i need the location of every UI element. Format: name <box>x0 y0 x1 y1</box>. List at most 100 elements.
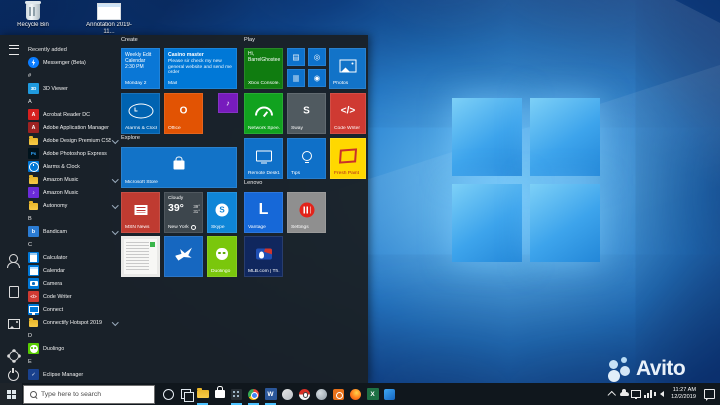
game-app-icon <box>299 389 310 400</box>
remote-desktop-tile[interactable]: Remote Deskt... <box>244 138 283 179</box>
grid-app-icon <box>231 389 242 400</box>
code-icon: </> <box>341 106 355 117</box>
microsoft-store-icon <box>215 390 225 399</box>
clock-date: 12/2/2019 <box>671 394 696 401</box>
tile-label: Code Writer <box>334 126 363 131</box>
lenovo-settings-tile[interactable]: Settings <box>287 192 326 233</box>
tile-label: Network Spee... <box>248 126 280 131</box>
search-input[interactable]: Type here to search <box>23 385 155 404</box>
tray-icon-network[interactable] <box>642 383 654 405</box>
msn-news-tile[interactable]: MSN News <box>121 192 160 233</box>
groove-music-small-tile[interactable]: ♪ <box>218 93 238 113</box>
tips-tile[interactable]: Tips <box>287 138 326 179</box>
shopping-bag-icon <box>174 161 185 170</box>
sway-tile[interactable]: SSway <box>287 93 326 134</box>
network-icon <box>644 390 651 398</box>
taskbar-icon-task-view[interactable] <box>177 383 194 405</box>
taskbar-icon-grey-app[interactable] <box>313 383 330 405</box>
tray-icon-plugged-device[interactable] <box>630 383 642 405</box>
movies-small-tile[interactable]: ▤ <box>287 48 305 66</box>
taskbar-icon-file-explorer[interactable] <box>194 383 211 405</box>
taskbar-icon-chrome[interactable] <box>245 383 262 405</box>
taskbar-icon-firefox[interactable] <box>347 383 364 405</box>
skype-logo-icon: S <box>216 204 229 217</box>
fresh-paint-tile[interactable]: Fresh Paint <box>330 138 366 179</box>
taskbar-icon-microsoft-store[interactable] <box>211 383 228 405</box>
skype-tile[interactable]: SSkype <box>207 192 237 233</box>
tray-icon-volume[interactable] <box>654 383 666 405</box>
taskbar-icon-blue-app[interactable] <box>381 383 398 405</box>
taskbar-icon-game-app[interactable] <box>296 383 313 405</box>
origami-bird-tile[interactable] <box>164 236 203 277</box>
start-menu-tiles: CreatePlayExploreLenovoWeekly EditCalend… <box>0 35 368 383</box>
taskbar-icon-excel[interactable]: X <box>364 383 381 405</box>
paint-frame-icon <box>339 149 357 164</box>
screenshot-file[interactable]: Annotation 2019-11... <box>84 3 134 36</box>
action-center-icon[interactable] <box>704 389 715 399</box>
gauge-icon <box>255 107 273 116</box>
weather-hi-lo: 39°31° <box>193 204 200 214</box>
taskbar-clock[interactable]: 11:27 AM 12/2/2019 <box>666 383 701 405</box>
record-icon: ◎ <box>314 53 321 62</box>
webcam-small-tile[interactable]: ◉ <box>308 69 326 87</box>
weather-temperature: 39° <box>168 202 184 214</box>
tile-group-header: Explore <box>121 135 140 141</box>
mail-tile[interactable]: Casino masterPlease sir check my new gen… <box>164 48 237 89</box>
photos-tile[interactable]: Photos <box>329 48 366 89</box>
office-tile[interactable]: OOffice <box>164 93 203 134</box>
tray-icon-onedrive[interactable] <box>618 383 630 405</box>
taskbar-icon-paint-3d[interactable] <box>279 383 296 405</box>
document-small-tile[interactable]: ▥ <box>287 69 305 87</box>
taskbar-icon-cortana[interactable] <box>160 383 177 405</box>
windows-logo-icon <box>7 390 16 399</box>
origami-bird-icon <box>175 248 192 261</box>
taskbar-icon-grid-app[interactable] <box>228 383 245 405</box>
webcam-icon: ◉ <box>314 74 321 83</box>
mail-subject: Casino master <box>168 52 233 58</box>
document-icon: ▥ <box>292 74 299 83</box>
plugged-device-icon <box>631 390 641 398</box>
lightbulb-icon <box>302 151 312 161</box>
xbox-greeting: Hi, BarrelGhostee <box>248 52 280 64</box>
start-button[interactable] <box>0 383 22 405</box>
xbox-console-tile[interactable]: Hi, BarrelGhostee Xbox Console... <box>244 48 283 89</box>
mlb-tile[interactable]: MLB.com | Th... <box>244 236 283 277</box>
search-placeholder: Type here to search <box>41 391 101 398</box>
file-thumbnail-icon <box>97 3 121 20</box>
tile-group-header: Lenovo <box>244 180 262 186</box>
tile-label: Xbox Console... <box>248 81 280 86</box>
calendar-tile[interactable]: Weekly EditCalendar2:30 PMMonday 2 <box>121 48 160 89</box>
live-page-tile[interactable] <box>121 236 160 277</box>
taskbar-icon-word[interactable]: W <box>262 383 279 405</box>
weather-tile[interactable]: Cloudy39°39°31°New York <box>164 192 203 233</box>
word-icon: W <box>265 388 277 400</box>
tile-label: Mail <box>168 81 234 86</box>
film-icon: ▤ <box>292 53 299 62</box>
tile-group-header: Create <box>121 37 138 43</box>
microsoft-store-tile[interactable]: Microsoft Store <box>121 147 237 188</box>
clock-time: 11:27 AM <box>673 387 696 394</box>
alarms-clock-tile[interactable]: Alarms & Clock <box>121 93 160 134</box>
taskbar: Type here to search W X 11:27 AM 12/2/201… <box>0 383 720 405</box>
picture-icon <box>339 60 356 73</box>
newspaper-icon <box>134 205 147 215</box>
mail-preview: Please sir check my new general website … <box>168 59 233 76</box>
network-speed-test-tile[interactable]: Network Spee... <box>244 93 283 134</box>
code-writer-tile[interactable]: </> Code Writer <box>330 93 366 134</box>
lenovo-settings-logo-icon <box>299 203 314 218</box>
record-small-tile[interactable]: ◎ <box>308 48 326 66</box>
duolingo-tile[interactable]: Duolingo <box>207 236 237 277</box>
recycle-bin[interactable]: Recycle Bin <box>8 3 58 36</box>
vantage-logo-icon: L <box>259 201 269 219</box>
logo-pane <box>530 184 600 262</box>
firefox-icon <box>350 389 361 400</box>
taskbar-icon-bandicam[interactable] <box>330 383 347 405</box>
tile-label: MLB.com | Th... <box>248 269 280 274</box>
lenovo-vantage-tile[interactable]: LVantage <box>244 192 283 233</box>
paint-3d-icon <box>282 389 293 400</box>
system-tray: 11:27 AM 12/2/2019 <box>606 383 720 405</box>
desktop-icon-label: Annotation 2019-11... <box>84 22 134 36</box>
weather-location: New York <box>168 225 196 231</box>
tray-icon-chevron-up[interactable] <box>606 383 618 405</box>
logo-pane <box>452 184 522 262</box>
